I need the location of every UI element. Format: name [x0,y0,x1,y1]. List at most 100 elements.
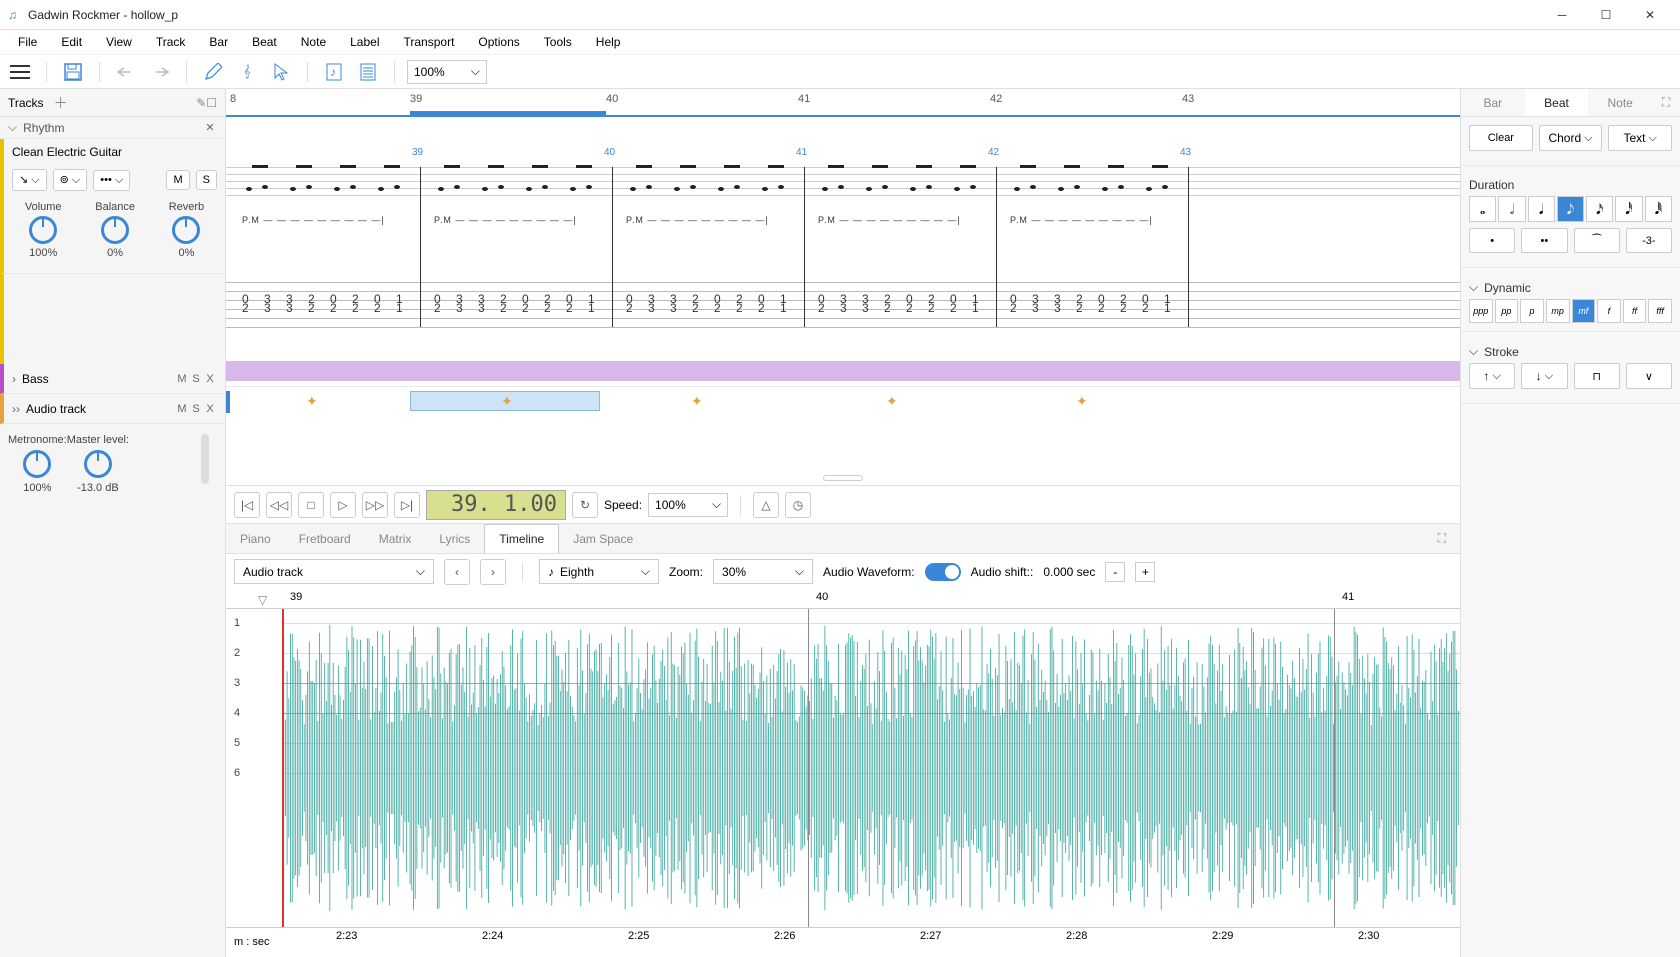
menu-view[interactable]: View [94,31,144,53]
metronome-icon[interactable]: △ [753,492,779,518]
metronome-knob[interactable]: Metronome: 100% [8,434,67,494]
save-icon[interactable] [59,58,87,86]
duration-button[interactable]: 𝅗𝅥 [1498,196,1525,222]
shift-plus[interactable]: + [1135,562,1155,582]
menu-note[interactable]: Note [289,31,338,53]
stroke-down-button[interactable]: ↓ ⌵ [1521,363,1567,389]
tab-timeline[interactable]: Timeline [484,524,559,553]
menu-track[interactable]: Track [144,31,198,53]
track-audio[interactable]: ›› Audio track M S X [0,394,225,424]
sound-button[interactable]: ⊚ ⌵ [53,169,88,191]
play-icon[interactable]: ▷ [330,492,356,518]
tuning-button[interactable]: ↘ ⌵ [12,169,47,191]
tab-matrix[interactable]: Matrix [365,525,426,553]
rtab-beat[interactable]: Beat [1525,89,1589,116]
audio-minitrack[interactable]: ✦ ✦ ✦ ✦ ✦ [226,387,1460,417]
solo-button[interactable]: S [196,170,217,190]
waveform-toggle[interactable] [925,563,961,581]
chord-button[interactable]: Chord ⌵ [1539,125,1603,151]
shift-minus[interactable]: - [1105,562,1125,582]
cursor-icon[interactable] [267,58,295,86]
bass-minitrack[interactable] [226,357,1460,387]
rtab-bar[interactable]: Bar [1461,89,1525,116]
menu-edit[interactable]: Edit [49,31,94,53]
duration-button[interactable]: 𝅘𝅥𝅯 [1586,196,1613,222]
waveform-canvas[interactable] [282,609,1460,927]
triplet-button[interactable]: -3- [1626,228,1672,253]
menu-beat[interactable]: Beat [240,31,289,53]
edit-tracks-icon[interactable]: ✎☐ [196,96,217,110]
clear-button[interactable]: Clear [1469,125,1533,151]
add-track-icon[interactable]: ＋ [54,93,68,113]
dynamic-button[interactable]: pp [1495,299,1519,323]
forward-icon[interactable]: ▷▷ [362,492,388,518]
loop-icon[interactable]: ↻ [572,492,598,518]
duration-button[interactable]: 𝅝 [1469,196,1496,222]
reverb-knob[interactable]: Reverb 0% [169,201,204,259]
next-icon[interactable]: › [480,559,506,585]
tab-lyrics[interactable]: Lyrics [425,525,484,553]
dynamic-header[interactable]: ⌵Dynamic [1469,276,1672,299]
stroke-up2-button[interactable]: ∨ [1626,363,1672,389]
volume-knob[interactable]: Volume 100% [25,201,62,259]
timeline-zoom-select[interactable]: 30%⌵ [713,559,813,584]
dynamic-button[interactable]: p [1520,299,1544,323]
page-lines-icon[interactable] [354,58,382,86]
double-dot-button[interactable]: •• [1521,228,1567,253]
pencil-icon[interactable] [199,58,227,86]
stroke-header[interactable]: ⌵Stroke [1469,340,1672,363]
zoom-select[interactable]: 100%⌵ [407,60,487,84]
notation-area[interactable]: ✦ ✦ ✦ ✦ ✦ 3940414243P.M — — — — — — — — … [226,117,1460,485]
duration-button[interactable]: 𝅘𝅥𝅰 [1615,196,1642,222]
speed-select[interactable]: 100%⌵ [648,493,728,517]
more-button[interactable]: ••• ⌵ [93,170,130,191]
menu-options[interactable]: Options [466,31,531,53]
track-rhythm[interactable]: ⌵ Rhythm ✕ [0,117,225,139]
menu-transport[interactable]: Transport [392,31,467,53]
master-level-knob[interactable]: Master level: -13.0 dB [67,434,129,494]
menu-tools[interactable]: Tools [532,31,584,53]
text-button[interactable]: Text ⌵ [1608,125,1672,151]
dynamic-button[interactable]: f [1597,299,1621,323]
dynamic-button[interactable]: mf [1572,299,1596,323]
mute-button[interactable]: M [166,170,189,190]
play-cursor[interactable] [282,609,284,927]
goto-end-icon[interactable]: ▷| [394,492,420,518]
redo-icon[interactable] [146,58,174,86]
rtab-note[interactable]: Note [1588,89,1652,116]
rewind-icon[interactable]: ◁◁ [266,492,292,518]
waveform-view[interactable]: ▽ 39 40 41 123456 m : sec 2:232:242:252:… [226,589,1460,957]
maximize-button[interactable]: ☐ [1584,0,1628,30]
dot-button[interactable]: • [1469,228,1515,253]
expand-icon[interactable]: ⛶ [1424,524,1460,553]
menu-help[interactable]: Help [584,31,633,53]
undo-icon[interactable] [112,58,140,86]
menu-file[interactable]: File [6,31,49,53]
tab-piano[interactable]: Piano [226,525,285,553]
clef-icon[interactable]: 𝄞 [233,58,261,86]
triangle-marker-icon[interactable]: ▽ [258,593,267,607]
tie-button[interactable]: ⁀ [1574,228,1620,253]
stop-icon[interactable]: □ [298,492,324,518]
dynamic-button[interactable]: mp [1546,299,1570,323]
stroke-up-button[interactable]: ↑ ⌵ [1469,363,1515,389]
dynamic-button[interactable]: ppp [1469,299,1493,323]
menu-label[interactable]: Label [338,31,391,53]
tab-fretboard[interactable]: Fretboard [285,525,365,553]
prev-icon[interactable]: ‹ [444,559,470,585]
close-button[interactable]: ✕ [1628,0,1672,30]
duration-button[interactable]: 𝅘𝅥 [1528,196,1555,222]
duration-button[interactable]: 𝅘𝅥𝅱 [1645,196,1672,222]
balance-knob[interactable]: Balance 0% [95,201,135,259]
close-icon[interactable]: ✕ [203,121,217,134]
stroke-down2-button[interactable]: ⊓ [1574,363,1620,389]
resize-grip[interactable] [823,475,863,481]
minimize-button[interactable]: ─ [1540,0,1584,30]
menu-bar[interactable]: Bar [197,31,240,53]
bar-ruler[interactable]: 8 39 40 41 42 43 [226,89,1460,117]
countdown-icon[interactable]: ◷ [785,492,811,518]
note-value-select[interactable]: ♪Eighth⌵ [539,559,659,584]
dynamic-button[interactable]: fff [1648,299,1672,323]
track-bass[interactable]: › Bass M S X [0,364,225,394]
timeline-track-select[interactable]: Audio track⌵ [234,559,434,584]
